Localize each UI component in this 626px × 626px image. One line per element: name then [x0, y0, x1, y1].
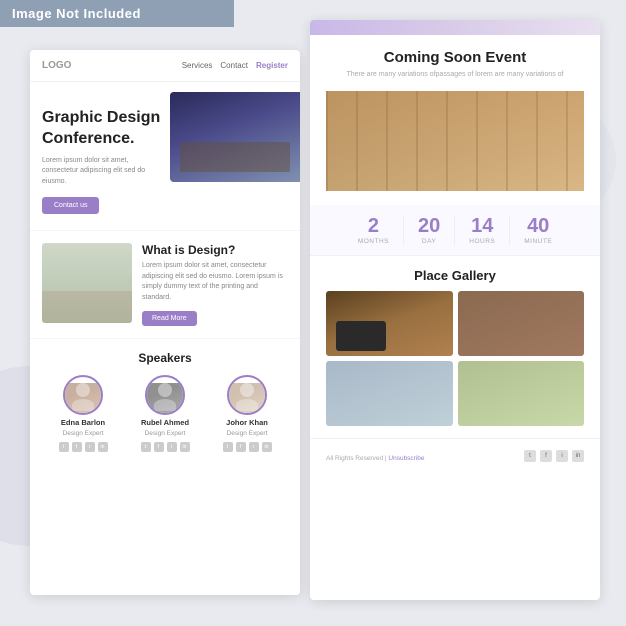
event-image — [326, 91, 584, 191]
nav-services[interactable]: Services — [182, 61, 213, 70]
linkedin-icon-3[interactable]: in — [262, 442, 272, 452]
twitter-icon-1[interactable]: t — [59, 442, 69, 452]
avatar-visual-3 — [229, 383, 265, 415]
right-card-top-bar — [310, 20, 600, 35]
nav-register[interactable]: Register — [256, 61, 288, 70]
twitter-icon-3[interactable]: t — [223, 442, 233, 452]
what-image-visual — [42, 243, 132, 323]
speaker-avatar-1 — [63, 375, 103, 415]
twitter-icon-2[interactable]: t — [141, 442, 151, 452]
speakers-title: Speakers — [42, 351, 288, 365]
gallery-item-1 — [326, 291, 453, 356]
speakers-grid: Edna Barlon Design Expert t f i in Rubel… — [42, 375, 288, 452]
nav-links: Services Contact Register — [182, 61, 288, 70]
nav-contact[interactable]: Contact — [220, 61, 248, 70]
event-image-visual — [326, 91, 584, 191]
image-not-included-banner: Image Not Included — [0, 0, 234, 27]
months-value: 2 — [368, 215, 379, 238]
gallery-item-3 — [326, 361, 453, 426]
speaker-name-2: Rubel Ahmed — [141, 418, 189, 427]
countdown-minutes: 40 MINUTE — [510, 215, 566, 245]
speaker-social-2: t f i in — [141, 442, 190, 452]
footer-social-icons: t f i in — [524, 450, 584, 462]
nav-bar: LOGO Services Contact Register — [30, 50, 300, 82]
instagram-icon-1[interactable]: i — [85, 442, 95, 452]
speaker-avatar-2 — [145, 375, 185, 415]
footer-facebook-icon[interactable]: f — [540, 450, 552, 462]
facebook-icon-3[interactable]: f — [236, 442, 246, 452]
linkedin-icon-2[interactable]: in — [180, 442, 190, 452]
left-card: LOGO Services Contact Register Graphic D… — [30, 50, 300, 595]
gallery-item-4 — [458, 361, 585, 426]
footer-twitter-icon[interactable]: t — [524, 450, 536, 462]
hero-image — [170, 92, 300, 182]
speaker-item-3: Johor Khan Design Expert t f i in — [223, 375, 272, 452]
coming-soon-description: There are many variations ofpassages of … — [326, 70, 584, 81]
hero-title: Graphic Design Conference. — [42, 108, 162, 150]
what-content: What is Design? Lorem ipsum dolor sit am… — [142, 243, 288, 326]
what-section: What is Design? Lorem ipsum dolor sit am… — [30, 230, 300, 338]
minutes-value: 40 — [527, 215, 549, 238]
minutes-label: MINUTE — [524, 238, 552, 245]
countdown-hours: 14 HOURS — [455, 215, 510, 245]
footer-text: All Rights Reserved | Unsubscribe — [326, 447, 425, 465]
hero-section: Graphic Design Conference. Lorem ipsum d… — [30, 82, 300, 230]
gallery-item-2 — [458, 291, 585, 356]
read-more-button[interactable]: Read More — [142, 311, 197, 326]
instagram-icon-3[interactable]: i — [249, 442, 259, 452]
gallery-grid — [326, 291, 584, 426]
facebook-icon-2[interactable]: f — [154, 442, 164, 452]
what-description: Lorem ipsum dolor sit amet, consectetur … — [142, 261, 288, 303]
gallery-visual-3 — [326, 361, 453, 426]
hours-value: 14 — [471, 215, 493, 238]
speaker-role-3: Design Expert — [227, 430, 268, 437]
footer-rights: All Rights Reserved | — [326, 455, 388, 462]
footer-instagram-icon[interactable]: i — [556, 450, 568, 462]
countdown-months: 2 MONTHS — [344, 215, 404, 245]
speaker-avatar-3 — [227, 375, 267, 415]
countdown-section: 2 MONTHS 20 DAY 14 HOURS 40 MINUTE — [310, 205, 600, 256]
avatar-visual-1 — [65, 383, 101, 415]
gallery-section: Place Gallery — [310, 256, 600, 438]
footer-linkedin-icon[interactable]: in — [572, 450, 584, 462]
speaker-item-1: Edna Barlon Design Expert t f i in — [59, 375, 108, 452]
right-card-content: Coming Soon Event There are many variati… — [310, 35, 600, 205]
countdown-days: 20 DAY — [404, 215, 455, 245]
days-label: DAY — [422, 238, 436, 245]
contact-button[interactable]: Contact us — [42, 197, 99, 214]
gallery-title: Place Gallery — [326, 268, 584, 283]
avatar-visual-2 — [147, 383, 183, 415]
facebook-icon-1[interactable]: f — [72, 442, 82, 452]
hero-image-visual — [170, 92, 300, 182]
speaker-social-1: t f i in — [59, 442, 108, 452]
instagram-icon-2[interactable]: i — [167, 442, 177, 452]
right-card-footer: All Rights Reserved | Unsubscribe t f i … — [310, 438, 600, 473]
right-card: Coming Soon Event There are many variati… — [310, 20, 600, 600]
days-value: 20 — [418, 215, 440, 238]
speaker-name-3: Johor Khan — [226, 418, 268, 427]
gallery-visual-4 — [458, 361, 585, 426]
hours-label: HOURS — [469, 238, 495, 245]
gallery-visual-1 — [326, 291, 453, 356]
speaker-name-1: Edna Barlon — [61, 418, 105, 427]
footer-unsubscribe[interactable]: Unsubscribe — [388, 455, 424, 462]
coming-soon-title: Coming Soon Event — [326, 49, 584, 66]
logo: LOGO — [42, 60, 182, 71]
months-label: MONTHS — [358, 238, 389, 245]
speakers-section: Speakers Edna Barlon Design Expert t f i… — [30, 338, 300, 464]
speaker-item-2: Rubel Ahmed Design Expert t f i in — [141, 375, 190, 452]
speaker-role-2: Design Expert — [145, 430, 186, 437]
speaker-role-1: Design Expert — [63, 430, 104, 437]
what-title: What is Design? — [142, 243, 288, 257]
what-image — [42, 243, 132, 323]
linkedin-icon-1[interactable]: in — [98, 442, 108, 452]
speaker-social-3: t f i in — [223, 442, 272, 452]
hero-description: Lorem ipsum dolor sit amet, consectetur … — [42, 156, 162, 188]
gallery-visual-2 — [458, 291, 585, 356]
